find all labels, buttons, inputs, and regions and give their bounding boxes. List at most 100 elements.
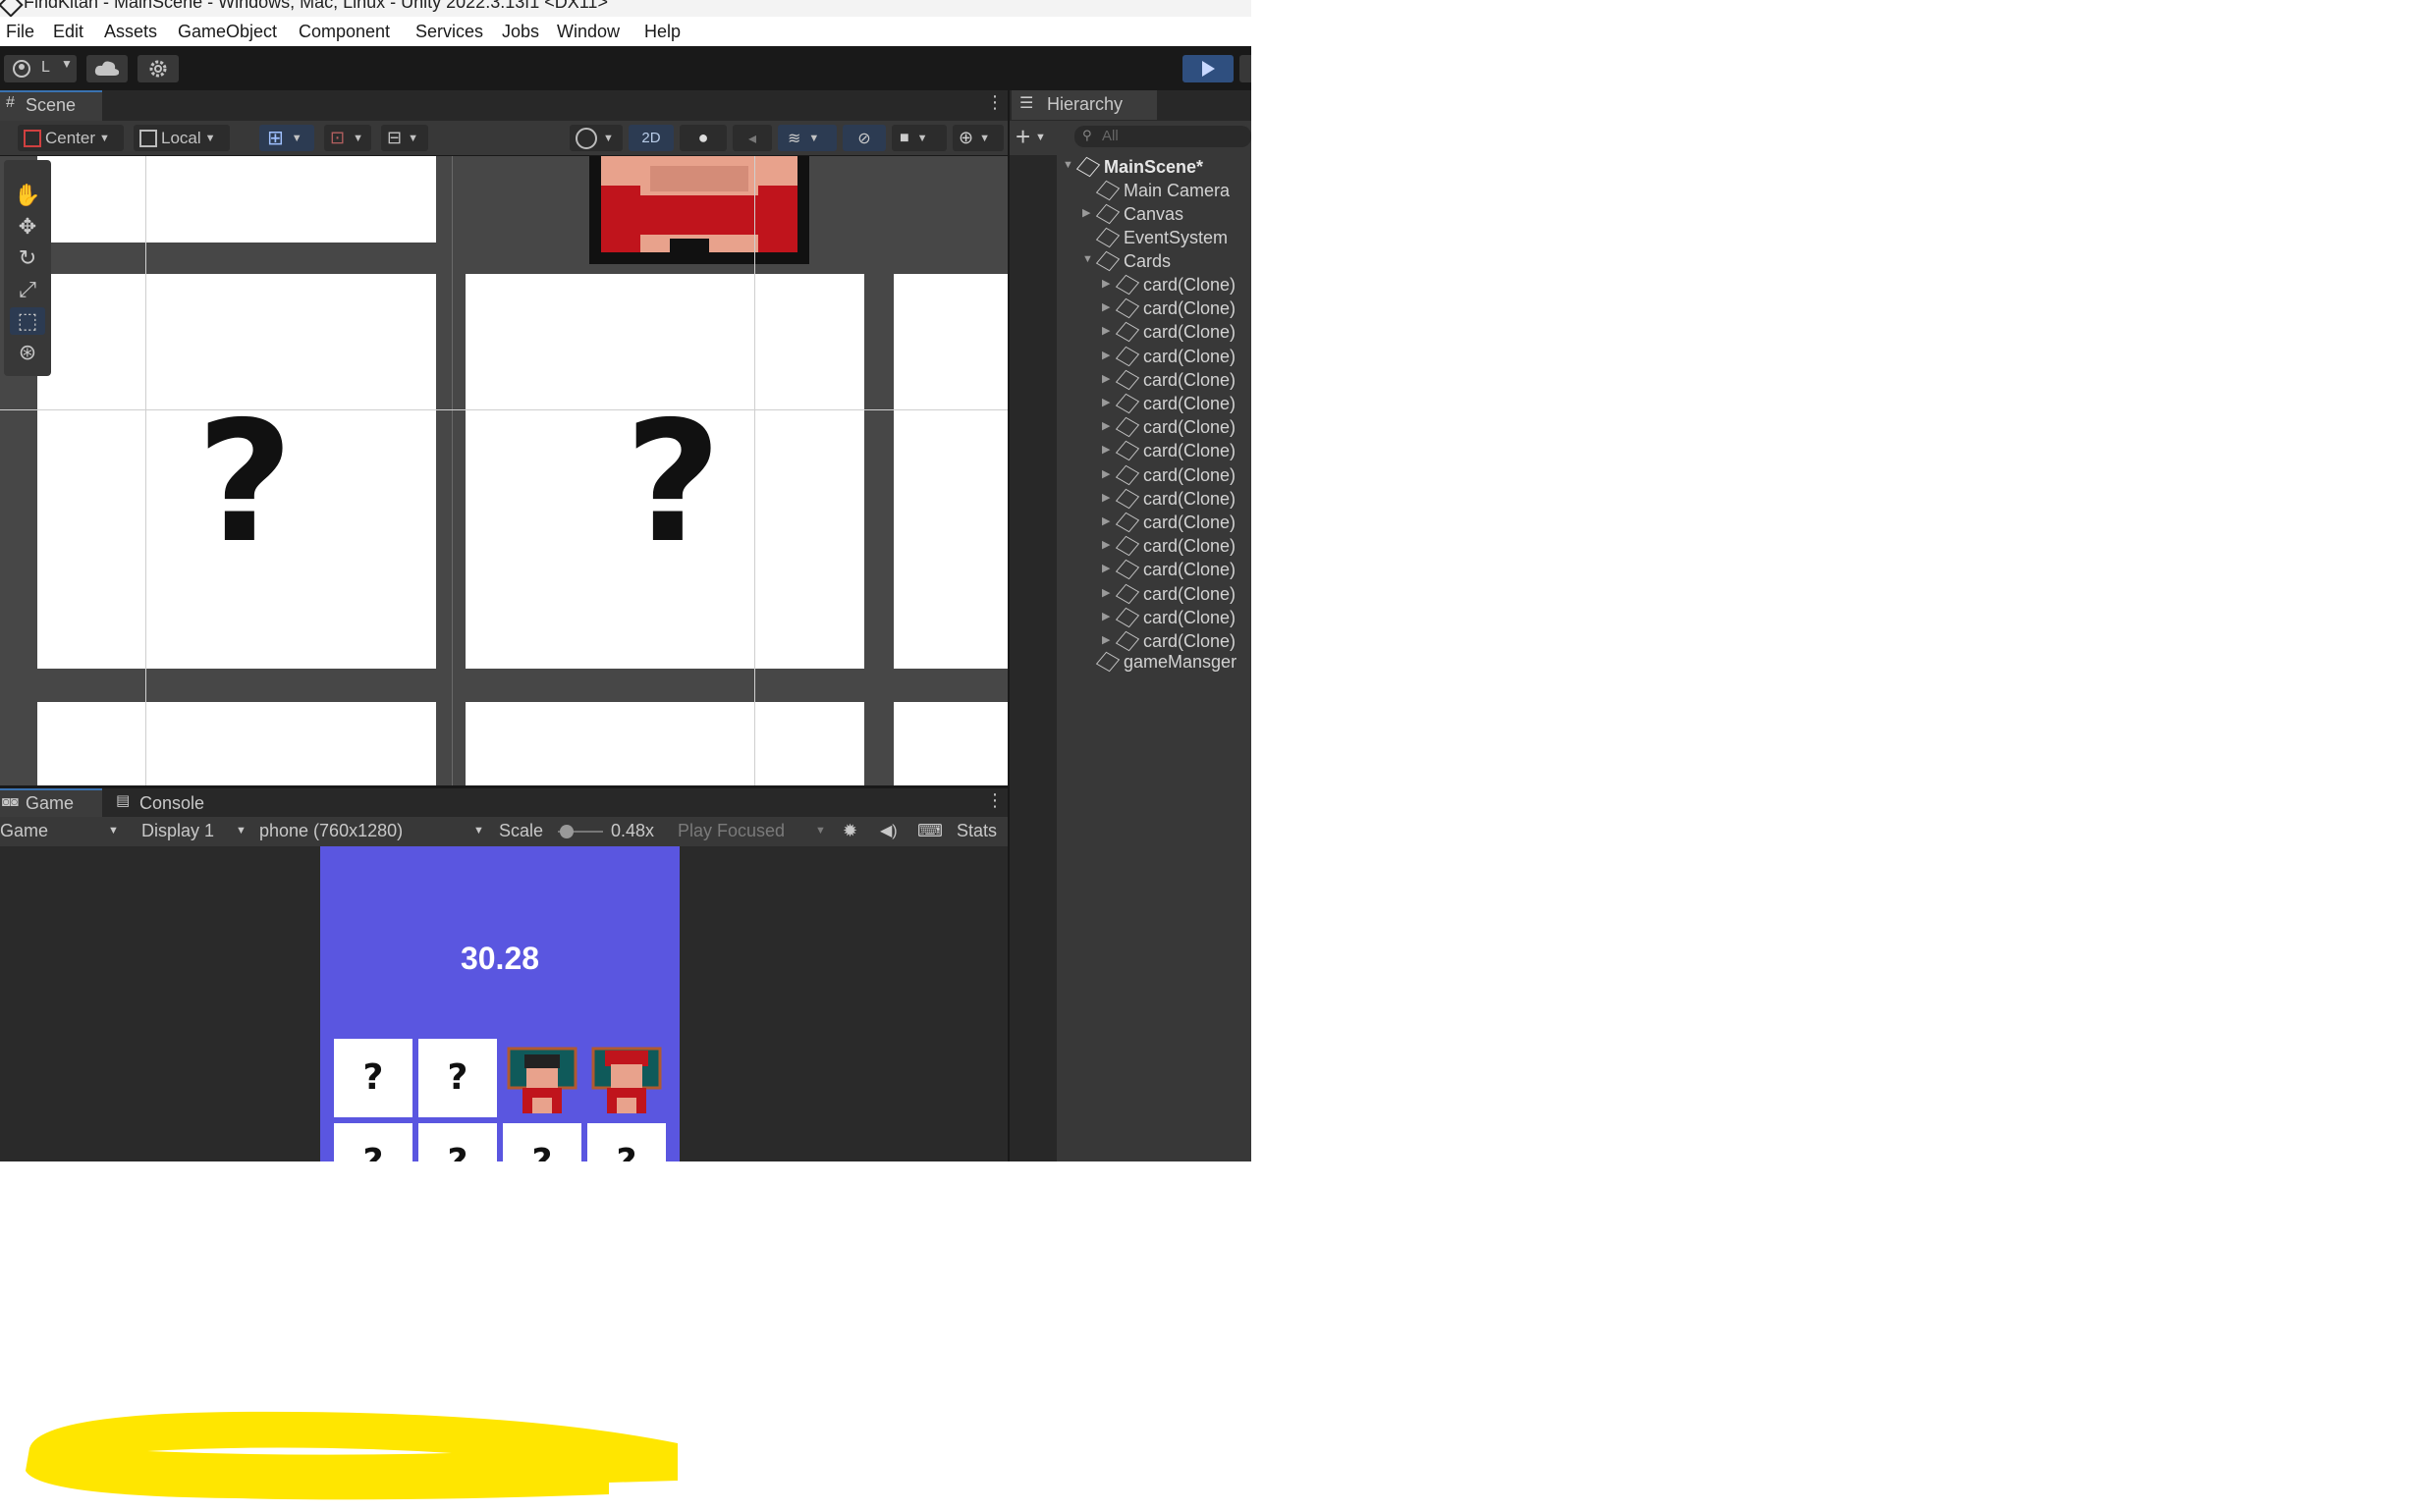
- hierarchy-card-item[interactable]: card(Clone): [1143, 465, 1236, 486]
- expand-arrow-icon[interactable]: ▶: [1102, 324, 1110, 337]
- hierarchy-card-item[interactable]: card(Clone): [1143, 489, 1236, 510]
- hierarchy-scene-root[interactable]: MainScene*: [1104, 157, 1203, 178]
- hierarchy-search-input[interactable]: ⚲ All: [1074, 126, 1251, 147]
- expand-arrow-icon[interactable]: ▶: [1102, 467, 1110, 480]
- view-select[interactable]: Game: [0, 821, 48, 841]
- chevron-down-icon[interactable]: ▼: [108, 825, 119, 837]
- expand-arrow-icon[interactable]: ▶: [1102, 277, 1110, 290]
- bug-icon[interactable]: ✹: [843, 821, 857, 841]
- align-toggle[interactable]: ⊟ ▼: [381, 125, 428, 151]
- hierarchy-card-item[interactable]: card(Clone): [1143, 536, 1236, 557]
- speaker-icon[interactable]: ◀): [880, 821, 898, 840]
- account-dropdown[interactable]: L ▼: [4, 55, 77, 82]
- hierarchy-card-item[interactable]: card(Clone): [1143, 417, 1236, 438]
- play-button[interactable]: [1182, 55, 1234, 82]
- hierarchy-card-item[interactable]: card(Clone): [1143, 394, 1236, 414]
- hierarchy-card-item[interactable]: card(Clone): [1143, 631, 1236, 652]
- game-card[interactable]: ?: [334, 1123, 412, 1161]
- hierarchy-item[interactable]: gameMansger: [1124, 652, 1236, 673]
- more-options-icon[interactable]: ⋮: [986, 790, 1004, 811]
- chevron-down-icon[interactable]: ▼: [1035, 132, 1046, 143]
- menu-edit[interactable]: Edit: [53, 22, 83, 42]
- hierarchy-item[interactable]: Cards: [1124, 251, 1171, 272]
- game-card[interactable]: ?: [503, 1123, 581, 1161]
- hierarchy-card-item[interactable]: card(Clone): [1143, 513, 1236, 533]
- expand-arrow-icon[interactable]: ▶: [1102, 349, 1110, 361]
- hierarchy-card-item[interactable]: card(Clone): [1143, 560, 1236, 580]
- expand-arrow-icon[interactable]: ▼: [1063, 159, 1073, 171]
- tab-game[interactable]: ◙◙ Game: [0, 788, 102, 820]
- tab-scene[interactable]: # Scene: [0, 90, 102, 122]
- pivot-center-dropdown[interactable]: Center ▼: [18, 125, 124, 151]
- camera-dropdown[interactable]: ■ ▼: [892, 125, 947, 151]
- visibility-toggle[interactable]: ⊘: [843, 125, 886, 151]
- chevron-down-icon[interactable]: ▼: [236, 825, 247, 837]
- game-card-revealed[interactable]: [503, 1039, 581, 1117]
- menu-assets[interactable]: Assets: [104, 22, 157, 42]
- hierarchy-card-item[interactable]: card(Clone): [1143, 441, 1236, 461]
- game-card[interactable]: ?: [334, 1039, 412, 1117]
- expand-arrow-icon[interactable]: ▶: [1102, 491, 1110, 504]
- expand-arrow-icon[interactable]: ▶: [1102, 538, 1110, 551]
- expand-arrow-icon[interactable]: ▶: [1102, 300, 1110, 313]
- move-tool-icon[interactable]: ✥: [10, 213, 45, 241]
- expand-arrow-icon[interactable]: ▶: [1102, 514, 1110, 527]
- game-card[interactable]: ?: [418, 1039, 497, 1117]
- scale-slider-handle[interactable]: [560, 825, 574, 838]
- menu-component[interactable]: Component: [299, 22, 390, 42]
- menu-file[interactable]: File: [6, 22, 34, 42]
- transform-tool-icon[interactable]: ⊛: [10, 339, 45, 366]
- pause-button[interactable]: [1239, 55, 1251, 82]
- mode-2d-toggle[interactable]: 2D: [629, 125, 674, 151]
- menu-gameobject[interactable]: GameObject: [178, 22, 277, 42]
- hand-tool-icon[interactable]: ✋: [10, 182, 45, 209]
- add-icon[interactable]: +: [1016, 122, 1030, 152]
- expand-arrow-icon[interactable]: ▶: [1102, 372, 1110, 385]
- hierarchy-item[interactable]: Canvas: [1124, 204, 1183, 225]
- scale-tool-icon[interactable]: ⤢: [10, 276, 45, 303]
- chevron-down-icon[interactable]: ▼: [473, 825, 484, 837]
- menu-window[interactable]: Window: [557, 22, 620, 42]
- gizmos-dropdown[interactable]: ⊕ ▼: [953, 125, 1004, 151]
- hierarchy-card-item[interactable]: card(Clone): [1143, 347, 1236, 367]
- settings-button[interactable]: [137, 55, 179, 82]
- expand-arrow-icon[interactable]: ▶: [1102, 396, 1110, 408]
- display-select[interactable]: Display 1: [141, 821, 214, 841]
- hierarchy-item[interactable]: Main Camera: [1124, 181, 1230, 201]
- expand-arrow-icon[interactable]: ▶: [1102, 586, 1110, 599]
- audio-toggle[interactable]: ◂: [733, 125, 772, 151]
- hierarchy-card-item[interactable]: card(Clone): [1143, 275, 1236, 296]
- grid-snap-toggle[interactable]: ⊞ ▼: [259, 125, 314, 151]
- expand-arrow-icon[interactable]: ▼: [1082, 253, 1093, 265]
- menu-jobs[interactable]: Jobs: [502, 22, 539, 42]
- tab-hierarchy[interactable]: ☰ Hierarchy: [1012, 90, 1157, 120]
- keyboard-icon[interactable]: ⌨: [917, 821, 943, 841]
- tab-console[interactable]: ▤ Console: [110, 788, 228, 818]
- game-card-revealed[interactable]: [587, 1039, 666, 1117]
- expand-arrow-icon[interactable]: ▶: [1102, 443, 1110, 456]
- hierarchy-card-item[interactable]: card(Clone): [1143, 608, 1236, 628]
- expand-arrow-icon[interactable]: ▶: [1102, 419, 1110, 432]
- game-card[interactable]: ?: [587, 1123, 666, 1161]
- more-options-icon[interactable]: ⋮: [986, 92, 1004, 113]
- hierarchy-card-item[interactable]: card(Clone): [1143, 584, 1236, 605]
- hierarchy-card-item[interactable]: card(Clone): [1143, 322, 1236, 343]
- play-mode-select[interactable]: Play Focused: [678, 821, 785, 841]
- effects-dropdown[interactable]: ≋ ▼: [778, 125, 837, 151]
- increment-snap-toggle[interactable]: ⊡ ▼: [324, 125, 371, 151]
- expand-arrow-icon[interactable]: ▶: [1102, 610, 1110, 622]
- rect-tool-icon[interactable]: ⬚: [10, 307, 45, 335]
- menu-services[interactable]: Services: [415, 22, 483, 42]
- expand-arrow-icon[interactable]: ▶: [1102, 562, 1110, 574]
- chevron-down-icon[interactable]: ▼: [815, 825, 826, 837]
- game-card[interactable]: ?: [418, 1123, 497, 1161]
- hierarchy-card-item[interactable]: card(Clone): [1143, 370, 1236, 391]
- cloud-button[interactable]: [86, 55, 128, 82]
- game-view[interactable]: 30.28 ? ?: [0, 846, 1008, 1161]
- expand-arrow-icon[interactable]: ▶: [1102, 633, 1110, 646]
- space-local-dropdown[interactable]: Local ▼: [134, 125, 230, 151]
- scene-view[interactable]: ? ?: [0, 156, 1008, 785]
- menu-help[interactable]: Help: [644, 22, 681, 42]
- rotate-tool-icon[interactable]: ↻: [10, 244, 45, 272]
- resolution-select[interactable]: phone (760x1280): [259, 821, 403, 841]
